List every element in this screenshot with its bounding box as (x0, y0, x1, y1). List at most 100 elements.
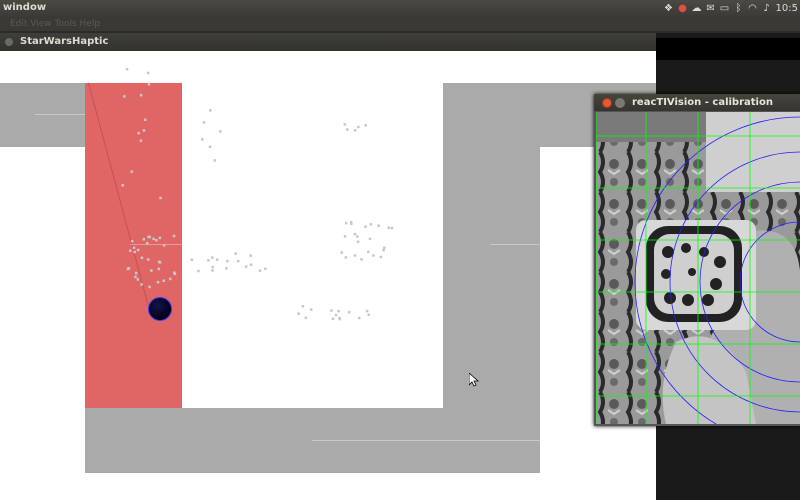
particle (130, 170, 133, 173)
particle (157, 267, 161, 271)
particle (349, 221, 353, 224)
menu-bar-ghost: Edit View Tools Help (0, 17, 800, 31)
particle (139, 139, 143, 142)
particle (360, 258, 363, 261)
particle (377, 224, 380, 227)
background-window-strip (656, 38, 800, 60)
particle (158, 261, 162, 264)
particle (131, 239, 134, 243)
particle (162, 279, 165, 282)
particle (264, 267, 267, 270)
particle (368, 237, 372, 241)
particle (338, 317, 342, 321)
calibration-window[interactable]: reacTIVision - calibration (594, 94, 800, 426)
particle (136, 248, 140, 252)
particle (340, 251, 343, 254)
main-window[interactable]: StarWarsHaptic (0, 33, 656, 500)
particle (137, 131, 140, 135)
particle (346, 128, 349, 131)
particle (211, 256, 214, 259)
particle (162, 244, 166, 247)
main-window-titlebar[interactable]: StarWarsHaptic (0, 33, 656, 51)
mouse-cursor-icon (469, 373, 479, 387)
particle (354, 129, 357, 132)
particle (202, 121, 206, 124)
particle (357, 125, 360, 129)
window-menu-icon[interactable] (5, 38, 13, 46)
particle (390, 226, 394, 230)
particle (304, 316, 308, 320)
particle (123, 95, 126, 98)
cloud-icon[interactable]: ☁ (692, 3, 702, 14)
particle (146, 242, 149, 245)
particle (383, 246, 386, 250)
desktop: window ❖ ● ☁ ✉ ▭ ᛒ ◠ ♪ 10:5 Edit View To… (0, 0, 800, 500)
main-window-title: StarWarsHaptic (20, 36, 109, 47)
particle (209, 109, 212, 112)
particle (343, 235, 347, 238)
particle (382, 248, 385, 252)
mail-icon[interactable]: ✉ (706, 3, 716, 14)
haptic-canvas[interactable] (0, 51, 656, 500)
particle (135, 271, 138, 275)
active-window-title: window (3, 2, 47, 13)
particle (208, 145, 212, 149)
particle (139, 93, 143, 97)
particle (126, 267, 130, 271)
calibration-titlebar[interactable]: reacTIVision - calibration (594, 94, 800, 111)
particle (309, 308, 313, 311)
particle (367, 313, 370, 316)
particle (211, 265, 215, 269)
particle (201, 138, 204, 141)
haptic-ball[interactable] (148, 297, 172, 321)
particle (356, 240, 360, 243)
particle (365, 309, 369, 313)
particle (226, 259, 229, 263)
minimize-button[interactable] (615, 98, 625, 108)
particle (219, 130, 222, 133)
particle (369, 223, 373, 226)
particle (211, 269, 214, 272)
particle (152, 237, 155, 241)
particle (215, 258, 219, 261)
particle (387, 226, 390, 229)
particle (197, 269, 200, 273)
particle (343, 123, 347, 126)
chat-icon[interactable]: ▭ (720, 3, 730, 14)
particle (134, 275, 137, 279)
camera-view[interactable] (596, 112, 800, 424)
particle (133, 250, 136, 254)
system-tray: ❖ ● ☁ ✉ ▭ ᛒ ◠ ♪ 10:5 (664, 0, 800, 17)
clock[interactable]: 10:5 (776, 3, 798, 14)
particle (236, 259, 240, 263)
particle (334, 313, 338, 317)
particle (353, 254, 357, 257)
volume-icon[interactable]: ♪ (762, 3, 772, 14)
particle (244, 265, 248, 268)
particle (234, 252, 237, 255)
bluetooth-icon[interactable]: ᛒ (734, 3, 744, 14)
particle (150, 269, 153, 272)
particle (348, 311, 351, 314)
particle (207, 259, 210, 262)
wifi-icon[interactable]: ◠ (748, 3, 758, 14)
particle (136, 278, 140, 281)
dropbox-icon[interactable]: ❖ (664, 3, 674, 14)
particle (156, 280, 160, 284)
particle (297, 312, 300, 315)
particle (148, 285, 151, 289)
particle-trail (121, 68, 394, 321)
particle (344, 256, 348, 259)
particle (331, 317, 335, 320)
particle (353, 232, 357, 236)
mic-icon[interactable]: ● (678, 3, 688, 14)
particle (121, 184, 124, 187)
particle (155, 239, 158, 242)
particle (140, 256, 144, 260)
particle (249, 254, 252, 257)
calibration-title: reacTIVision - calibration (632, 97, 773, 108)
particle (364, 124, 367, 127)
particle (356, 235, 359, 238)
particle (129, 249, 132, 252)
close-button[interactable] (602, 98, 612, 108)
